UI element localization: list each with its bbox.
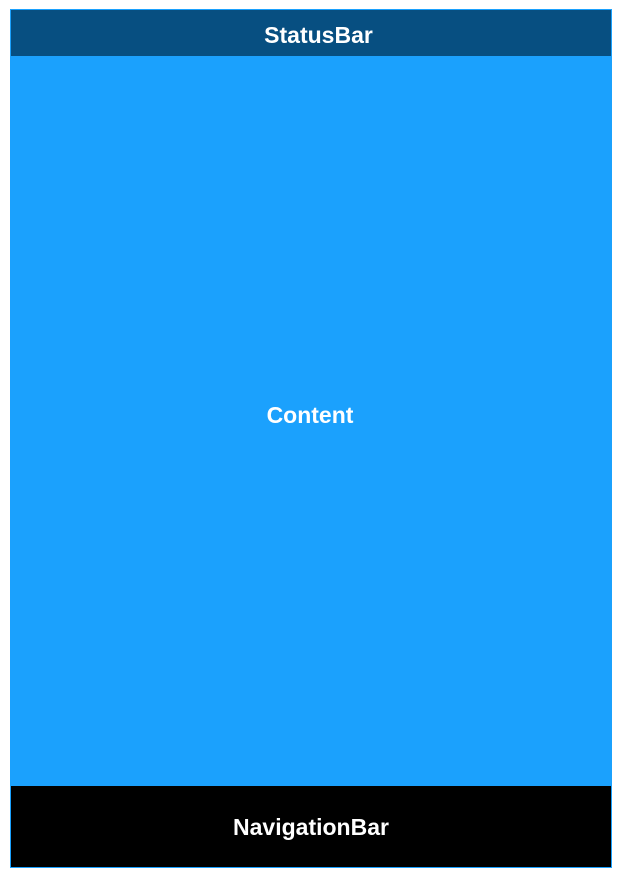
device-frame: StatusBar Content NavigationBar xyxy=(10,9,612,868)
status-bar-label: StatusBar xyxy=(264,21,373,48)
status-bar: StatusBar xyxy=(11,10,611,56)
content-label: Content xyxy=(266,401,354,428)
navigation-bar-label: NavigationBar xyxy=(233,814,389,840)
content-area: Content xyxy=(11,56,611,786)
navigation-bar: NavigationBar xyxy=(11,786,611,867)
